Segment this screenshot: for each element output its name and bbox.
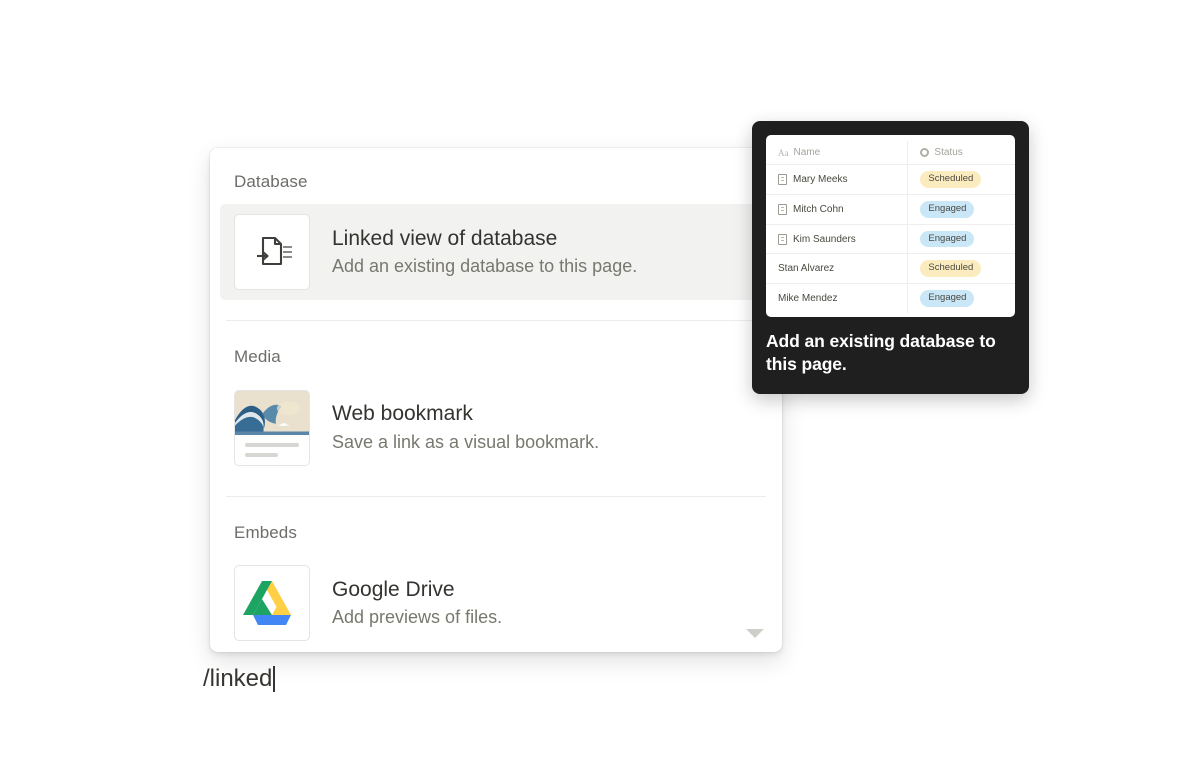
column-header-status-label: Status	[934, 147, 963, 158]
cell-status: Engaged	[908, 284, 1015, 313]
row-name-label: Mike Mendez	[778, 293, 838, 305]
status-badge: Scheduled	[920, 171, 982, 188]
chevron-down-icon[interactable]	[746, 629, 764, 638]
row-name-label: Stan Alvarez	[778, 263, 835, 275]
title-property-icon: Aa	[778, 147, 789, 158]
cell-name: Kim Saunders	[766, 224, 909, 255]
menu-item-text: Web bookmark Save a link as a visual boo…	[332, 401, 599, 454]
menu-item-text: Linked view of database Add an existing …	[332, 226, 637, 279]
menu-item-title: Web bookmark	[332, 402, 473, 426]
cell-name: Mitch Cohn	[766, 194, 909, 225]
table-row: Kim Saunders Engaged	[766, 224, 1015, 255]
status-badge: Engaged	[920, 290, 975, 308]
section-header-database: Database	[234, 172, 308, 191]
web-bookmark-icon	[234, 389, 310, 466]
cell-status: Engaged	[907, 224, 1015, 255]
linked-database-icon	[234, 214, 310, 291]
cell-name: Mary Meeks	[766, 164, 909, 195]
row-name-label: Mitch Cohn	[793, 203, 844, 215]
page-icon	[778, 173, 787, 185]
column-header-name-label: Name	[793, 147, 821, 158]
text-cursor	[273, 666, 276, 693]
section-header-media: Media	[234, 347, 281, 367]
cell-status: Scheduled	[907, 253, 1015, 285]
menu-item-description: Add previews of files.	[332, 607, 503, 628]
menu-item-title: Linked view of database	[332, 227, 558, 251]
row-name-label: Kim Saunders	[793, 233, 856, 245]
database-preview-table: Aa Name Status Mary Meeks Scheduled Mitc…	[766, 141, 1015, 314]
menu-item-description: Save a link as a visual bookmark.	[332, 431, 600, 452]
select-property-icon	[920, 148, 930, 157]
menu-item-google-drive[interactable]: Google Drive Add previews of files.	[220, 555, 772, 651]
cell-name: Stan Alvarez	[766, 253, 909, 285]
section-header-embeds: Embeds	[234, 522, 297, 542]
page-icon	[778, 203, 787, 215]
cell-status: Scheduled	[907, 164, 1015, 195]
menu-item-linked-view-of-database[interactable]: Linked view of database Add an existing …	[220, 204, 772, 301]
page-icon	[778, 233, 787, 245]
menu-item-text: Google Drive Add previews of files.	[332, 577, 502, 630]
menu-item-description: Add an existing database to this page.	[332, 256, 638, 277]
status-badge: Scheduled	[920, 260, 982, 278]
screen-root: Database Linked view of database Add an …	[0, 0, 1195, 768]
google-drive-icon	[234, 565, 310, 642]
slash-command-menu: Database Linked view of database Add an …	[210, 148, 782, 652]
cell-status: Engaged	[907, 194, 1015, 225]
status-badge: Engaged	[920, 230, 975, 248]
table-row: Mike Mendez Engaged	[766, 283, 1015, 314]
table-row: Mary Meeks Scheduled	[766, 164, 1015, 195]
status-badge: Engaged	[920, 200, 975, 218]
row-name-label: Mary Meeks	[793, 173, 848, 185]
menu-item-title: Google Drive	[332, 577, 455, 601]
typed-command-text: /linked	[203, 665, 273, 692]
column-header-name: Aa Name	[766, 141, 909, 165]
menu-scroll-area[interactable]: Database Linked view of database Add an …	[210, 148, 782, 652]
menu-item-web-bookmark[interactable]: Web bookmark Save a link as a visual boo…	[220, 380, 772, 476]
column-header-status: Status	[907, 141, 1015, 165]
cell-name: Mike Mendez	[766, 283, 909, 314]
table-row: Stan Alvarez Scheduled	[766, 253, 1015, 285]
table-body: Mary Meeks Scheduled Mitch Cohn Engaged …	[766, 164, 1015, 314]
database-preview-card: Aa Name Status Mary Meeks Scheduled Mitc…	[766, 135, 1015, 318]
table-header-row: Aa Name Status	[766, 141, 1015, 165]
tooltip-caption: Add an existing database to this page.	[766, 331, 996, 375]
slash-command-input[interactable]: /linked	[203, 663, 276, 695]
table-row: Mitch Cohn Engaged	[766, 194, 1015, 225]
preview-tooltip: Aa Name Status Mary Meeks Scheduled Mitc…	[752, 121, 1029, 395]
